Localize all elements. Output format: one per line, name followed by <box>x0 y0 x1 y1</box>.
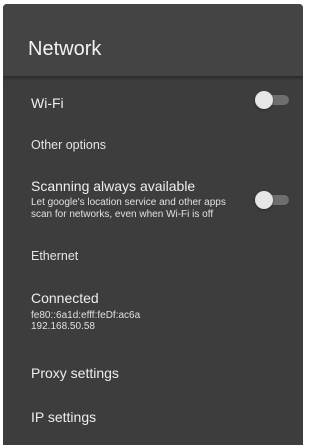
scanning-always-available-label[interactable]: Scanning always available <box>31 177 195 195</box>
ip-settings-item[interactable]: IP settings <box>31 408 96 426</box>
wifi-toggle[interactable] <box>255 91 289 109</box>
ethernet-status: Connected <box>31 290 99 306</box>
ethernet-section-header: Ethernet <box>31 249 79 263</box>
scanning-toggle[interactable] <box>255 191 289 209</box>
wifi-toggle-thumb <box>255 91 273 109</box>
header-bar: Network <box>3 4 303 76</box>
other-options-item[interactable]: Other options <box>31 137 106 153</box>
page-title: Network <box>28 38 102 60</box>
scanning-description: Let google's location service and other … <box>31 197 226 220</box>
ipv4-address: 192.168.50.58 <box>31 321 95 332</box>
proxy-settings-item[interactable]: Proxy settings <box>31 364 119 382</box>
ipv6-address: fe80::6a1d:efff:feDf:ac6a <box>31 310 141 321</box>
scanning-toggle-thumb <box>255 191 273 209</box>
wifi-label[interactable]: Wi-Fi <box>31 94 64 112</box>
network-settings-panel: Network Wi-Fi Other options Scanning alw… <box>3 4 303 445</box>
